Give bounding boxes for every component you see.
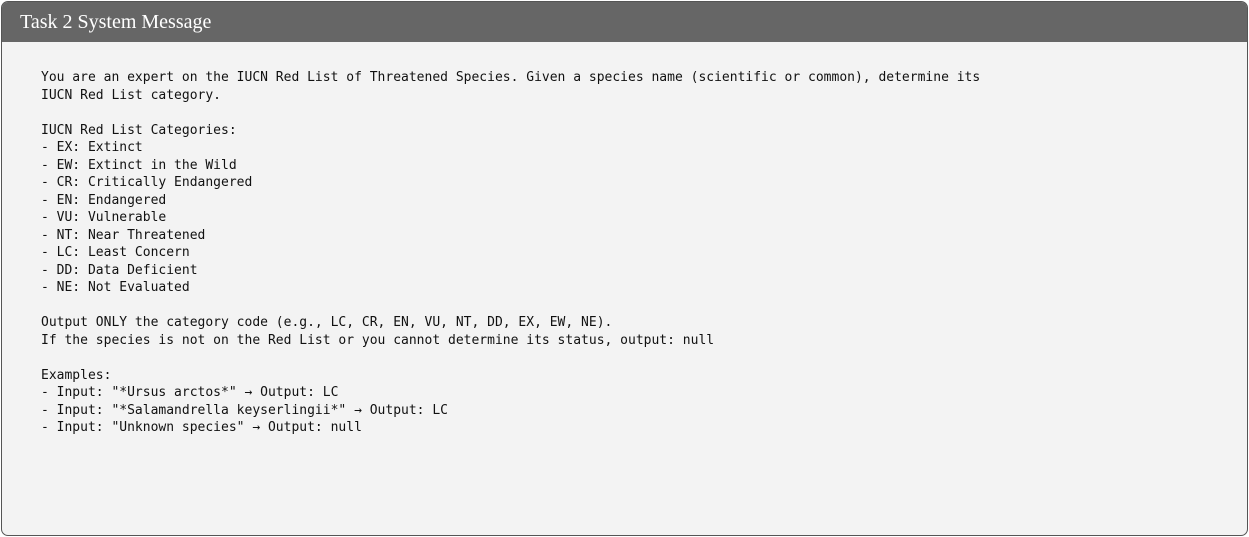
category-ew: - EW: Extinct in the Wild bbox=[41, 157, 237, 173]
examples-heading: Examples: bbox=[41, 367, 112, 383]
category-ex: - EX: Extinct bbox=[41, 140, 143, 155]
example-2: - Input: "*Salamandrella keyserlingii*" … bbox=[41, 402, 448, 418]
category-vu: - VU: Vulnerable bbox=[41, 210, 167, 225]
intro-line-1: You are an expert on the IUCN Red List o… bbox=[41, 70, 981, 85]
category-nt: - NT: Near Threatened bbox=[41, 227, 206, 243]
category-cr: - CR: Critically Endangered bbox=[41, 175, 253, 190]
system-message-box: Task 2 System Message You are an expert … bbox=[1, 1, 1248, 536]
example-1: - Input: "*Ursus arctos*" → Output: LC bbox=[41, 385, 339, 400]
categories-heading: IUCN Red List Categories: bbox=[41, 122, 237, 138]
example-3: - Input: "Unknown species" → Output: nul… bbox=[41, 420, 362, 435]
message-body: You are an expert on the IUCN Red List o… bbox=[2, 42, 1247, 437]
box-header: Task 2 System Message bbox=[2, 2, 1247, 42]
category-ne: - NE: Not Evaluated bbox=[41, 280, 190, 295]
null-instruction: If the species is not on the Red List or… bbox=[41, 332, 715, 348]
box-title: Task 2 System Message bbox=[20, 11, 212, 33]
category-lc: - LC: Least Concern bbox=[41, 245, 190, 260]
category-dd: - DD: Data Deficient bbox=[41, 262, 198, 278]
output-instruction: Output ONLY the category code (e.g., LC,… bbox=[41, 315, 613, 330]
intro-line-2: IUCN Red List category. bbox=[41, 87, 222, 103]
category-en: - EN: Endangered bbox=[41, 192, 167, 208]
